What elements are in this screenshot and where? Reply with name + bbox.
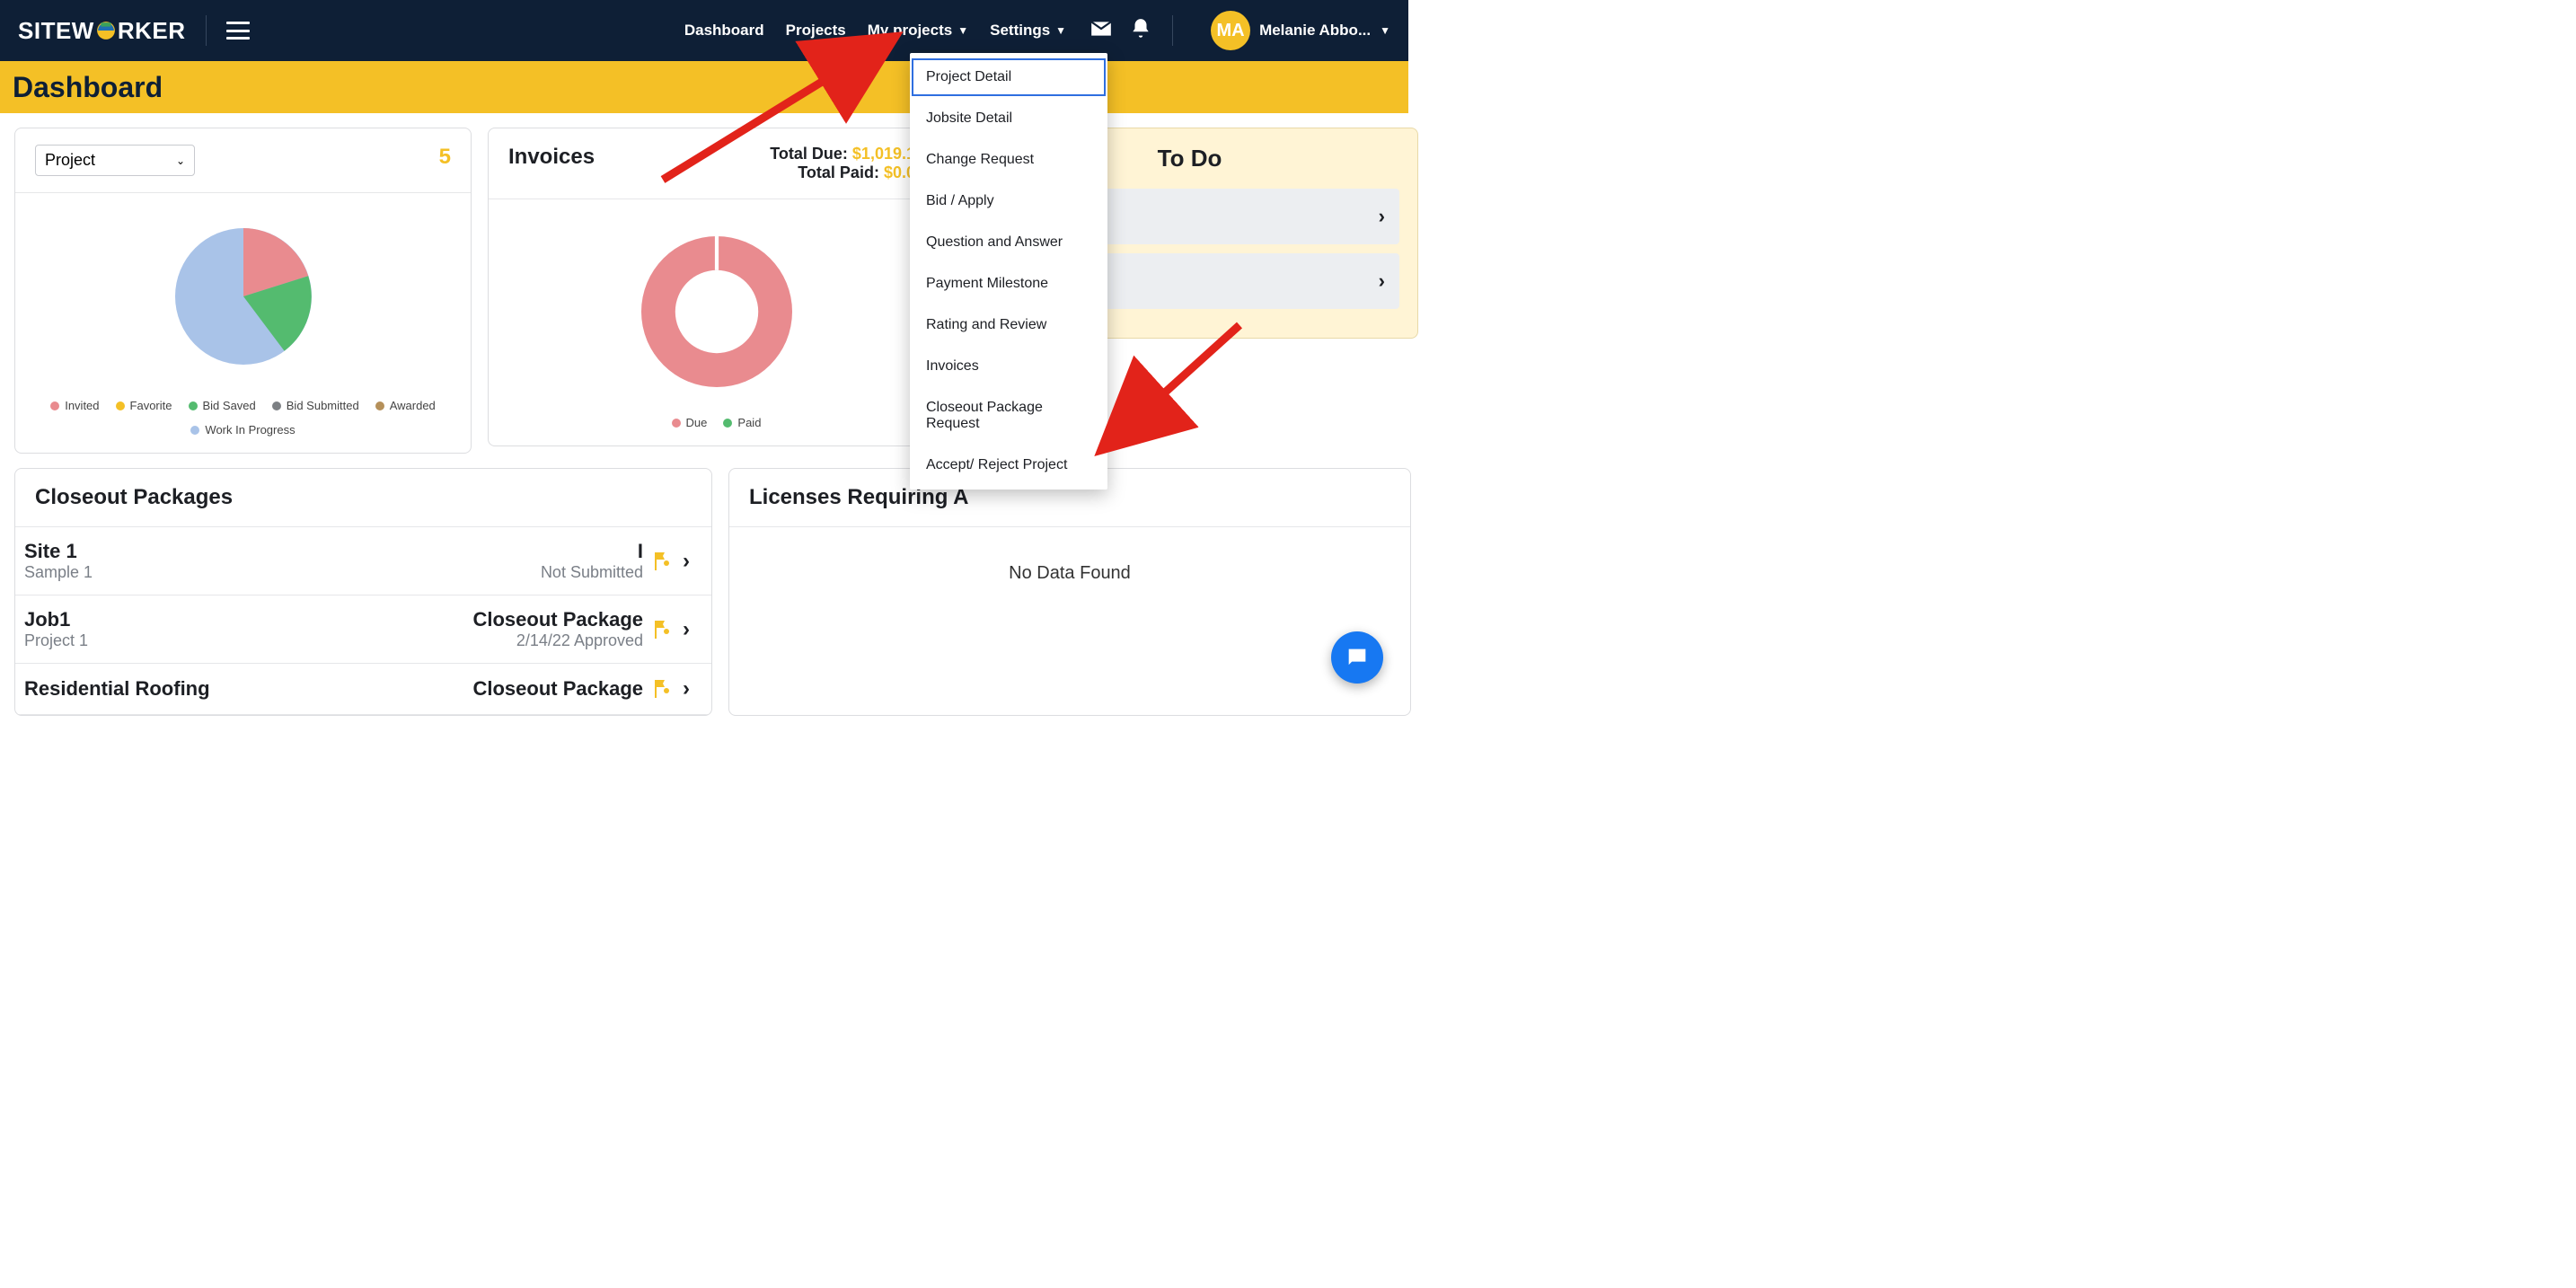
chevron-right-icon: › (683, 676, 690, 701)
flag-icon (652, 619, 674, 640)
closeout-status-title: Closeout Package (472, 608, 643, 631)
menu-payment-milestone[interactable]: Payment Milestone (910, 263, 1107, 304)
chevron-right-icon: › (683, 549, 690, 574)
closeout-status-sub: 2/14/22 Approved (472, 631, 643, 650)
chevron-right-icon: › (683, 617, 690, 642)
chevron-down-icon: ▼ (1055, 24, 1066, 37)
closeout-site: Site 1 (24, 540, 93, 563)
projects-pie-chart (15, 193, 471, 395)
licenses-empty-text: No Data Found (729, 527, 1410, 620)
legend-label: Paid (737, 416, 761, 429)
closeout-site: Job1 (24, 608, 88, 631)
chevron-right-icon: › (1379, 205, 1385, 228)
closeout-site: Residential Roofing (24, 677, 210, 701)
flag-icon (652, 678, 674, 700)
invoices-title: Invoices (508, 145, 595, 170)
menu-change-request[interactable]: Change Request (910, 139, 1107, 181)
my-projects-dropdown: Project Detail Jobsite Detail Change Req… (910, 53, 1107, 490)
menu-rating-review[interactable]: Rating and Review (910, 304, 1107, 346)
legend-label: Bid Submitted (287, 399, 359, 412)
project-selector[interactable]: Project ⌄ (35, 145, 195, 176)
annotation-arrow-icon (1087, 316, 1248, 460)
page-title: Dashboard (13, 71, 163, 104)
closeout-status-sub: Not Submitted (541, 563, 643, 582)
chat-button[interactable] (1331, 631, 1383, 684)
closeout-row[interactable]: Residential Roofing Closeout Package › (15, 664, 711, 715)
projects-legend: Invited Favorite Bid Saved Bid Submitted… (15, 395, 471, 453)
chevron-down-icon: ▼ (957, 24, 968, 37)
closeout-project: Project 1 (24, 631, 88, 650)
menu-question-answer[interactable]: Question and Answer (910, 222, 1107, 263)
invoices-donut-chart (489, 199, 944, 412)
menu-jobsite-detail[interactable]: Jobsite Detail (910, 98, 1107, 139)
menu-project-detail[interactable]: Project Detail (910, 57, 1107, 98)
closeout-status-title: I (541, 540, 643, 563)
closeout-status-title: Closeout Package (472, 677, 643, 701)
legend-label: Awarded (390, 399, 436, 412)
menu-invoices[interactable]: Invoices (910, 346, 1107, 387)
chat-icon (1345, 645, 1370, 670)
menu-toggle-button[interactable] (226, 22, 250, 40)
closeout-row[interactable]: Site 1 Sample 1 I Not Submitted › (15, 527, 711, 595)
licenses-card: Licenses Requiring A No Data Found (728, 468, 1411, 716)
brand-logo: SITEW RKER (18, 17, 186, 45)
project-selector-label: Project (45, 151, 95, 170)
legend-label: Invited (65, 399, 99, 412)
legend-label: Work In Progress (205, 423, 295, 437)
legend-label: Due (686, 416, 708, 429)
legend-label: Bid Saved (203, 399, 256, 412)
menu-bid-apply[interactable]: Bid / Apply (910, 181, 1107, 222)
nav-settings[interactable]: Settings ▼ (990, 22, 1066, 40)
project-count: 5 (439, 145, 451, 170)
invoices-legend: Due Paid (489, 412, 944, 446)
user-name-label: Melanie Abbo... (1259, 22, 1371, 40)
annotation-arrow-icon (654, 27, 914, 189)
logo-mark-icon (96, 21, 116, 40)
closeout-row[interactable]: Job1 Project 1 Closeout Package 2/14/22 … (15, 595, 711, 664)
legend-label: Favorite (130, 399, 172, 412)
projects-card: Project ⌄ 5 Invited Favorite Bid Saved B… (14, 128, 472, 454)
avatar: MA (1211, 11, 1250, 50)
menu-closeout-package-request[interactable]: Closeout Package Request (910, 387, 1107, 445)
closeout-packages-card: Closeout Packages Site 1 Sample 1 I Not … (14, 468, 712, 716)
nav-settings-label: Settings (990, 22, 1050, 40)
closeout-project: Sample 1 (24, 563, 93, 582)
chevron-right-icon: › (1379, 269, 1385, 293)
nav-divider (206, 15, 207, 46)
nav-divider (1172, 15, 1173, 46)
user-menu[interactable]: MA Melanie Abbo... ▼ (1211, 11, 1390, 50)
chevron-down-icon: ▼ (1380, 24, 1390, 37)
bell-icon[interactable] (1129, 17, 1152, 45)
flag-icon (652, 551, 674, 572)
mail-icon[interactable] (1090, 17, 1113, 45)
closeout-title: Closeout Packages (35, 485, 233, 510)
menu-accept-reject[interactable]: Accept/ Reject Project (910, 445, 1107, 486)
chevron-down-icon: ⌄ (176, 154, 185, 167)
